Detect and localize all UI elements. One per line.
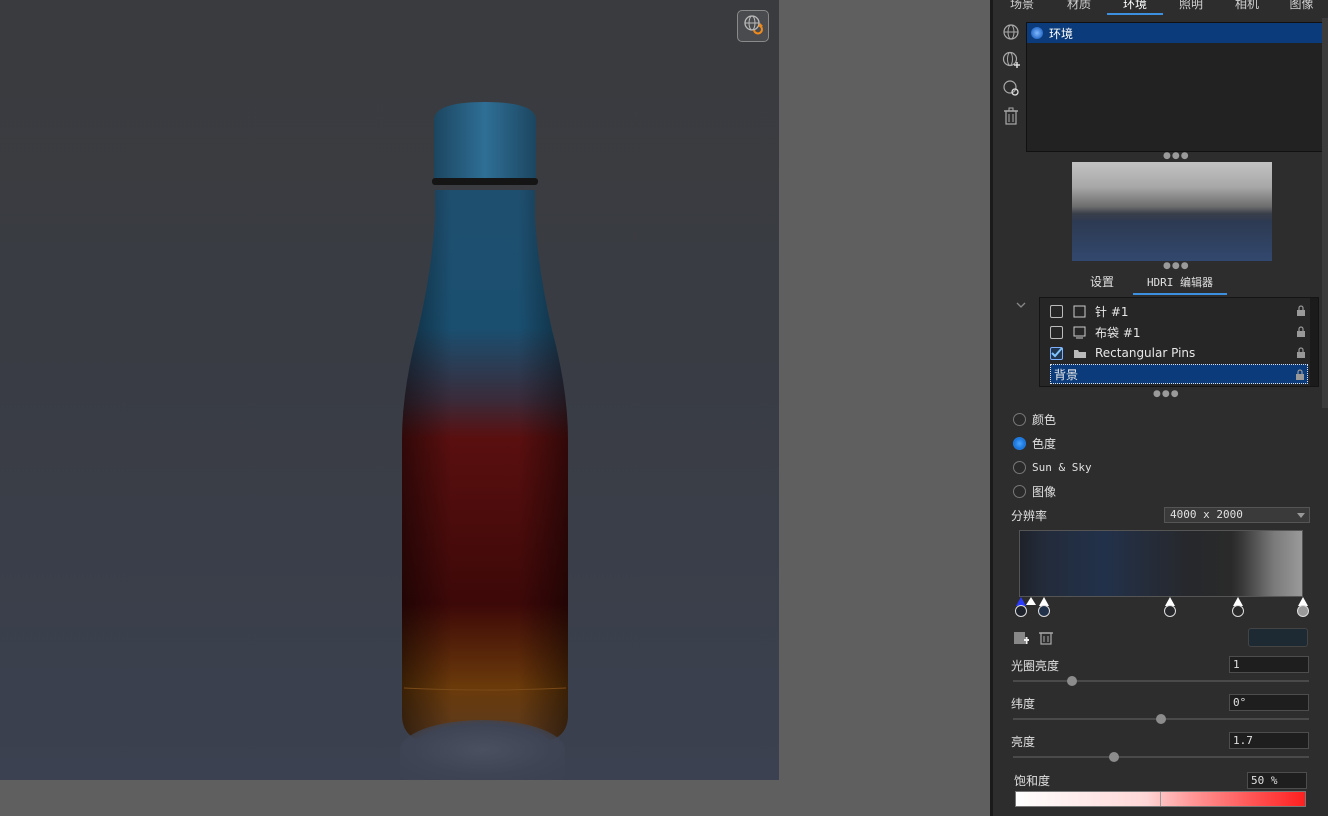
- aperture-brightness-label: 光圈亮度: [1011, 659, 1060, 673]
- render-viewport[interactable]: [0, 0, 779, 780]
- tree-row-label: 背景: [1054, 367, 1079, 382]
- environment-list-item[interactable]: 环境: [1027, 23, 1328, 43]
- environment-toolbar: [1001, 22, 1023, 134]
- latitude-label: 纬度: [1011, 697, 1036, 711]
- main-tabs: 场景 材质 环境 照明 相机 图像: [993, 0, 1328, 18]
- visibility-checkbox[interactable]: [1050, 304, 1063, 318]
- gradient-stop-marker[interactable]: [1026, 597, 1036, 605]
- tab-lighting[interactable]: 照明: [1163, 0, 1219, 16]
- tree-row-rectangular-pins[interactable]: Rectangular Pins: [1050, 343, 1308, 363]
- globe-icon: [1031, 27, 1043, 39]
- tree-expand-icon[interactable]: [1015, 296, 1027, 308]
- viewport-footer: [0, 780, 779, 816]
- tree-row-softbox[interactable]: 布袋 #1: [1050, 322, 1308, 342]
- latitude-input[interactable]: 0°: [1229, 694, 1309, 711]
- visibility-checkbox[interactable]: [1050, 346, 1063, 360]
- radio-color[interactable]: 颜色: [1013, 410, 1056, 428]
- radio-chromaticity[interactable]: 色度: [1013, 434, 1056, 452]
- add-stop-icon[interactable]: [1013, 629, 1029, 645]
- saturation-slider[interactable]: [1015, 791, 1306, 807]
- lock-icon[interactable]: [1296, 347, 1306, 358]
- gradient-stop[interactable]: [1297, 597, 1309, 621]
- properties-panel: 场景 材质 环境 照明 相机 图像 环境 ●●● ●●● 设置 HDRI 编辑器…: [990, 0, 1328, 816]
- tab-environment[interactable]: 环境: [1107, 0, 1163, 16]
- add-environment-icon[interactable]: [1001, 22, 1021, 42]
- delete-environment-icon[interactable]: [1001, 106, 1021, 126]
- radio-sun-sky[interactable]: Sun & Sky: [1013, 458, 1092, 476]
- radio-image[interactable]: 图像: [1013, 482, 1056, 500]
- environment-item-label: 环境: [1049, 26, 1074, 41]
- stop-color-swatch[interactable]: [1248, 628, 1308, 647]
- chevron-down-icon: [1297, 513, 1305, 518]
- folder-icon: [1073, 347, 1087, 360]
- radio-button[interactable]: [1013, 484, 1026, 498]
- tree-row-label: 针 #1: [1095, 304, 1129, 319]
- gradient-stop[interactable]: [1164, 597, 1176, 621]
- gradient-stop[interactable]: [1232, 597, 1244, 621]
- aperture-brightness-input[interactable]: 1: [1229, 656, 1309, 673]
- lock-icon[interactable]: [1296, 305, 1306, 316]
- softbox-icon: [1073, 326, 1087, 339]
- tree-row-pin[interactable]: 针 #1: [1050, 301, 1308, 321]
- tab-materials[interactable]: 材质: [1051, 0, 1107, 16]
- tab-image[interactable]: 图像: [1275, 0, 1328, 16]
- slider-knob[interactable]: [1067, 676, 1078, 686]
- tree-scrollbar[interactable]: [1310, 298, 1318, 386]
- globe-refresh-icon: [742, 13, 764, 39]
- splitter-handle[interactable]: ●●●: [1153, 389, 1180, 399]
- lock-icon[interactable]: [1295, 369, 1305, 380]
- lock-icon[interactable]: [1296, 326, 1306, 337]
- tree-row-label: 布袋 #1: [1095, 325, 1141, 340]
- saturation-label: 饱和度: [1014, 774, 1051, 788]
- saturation-input[interactable]: 50 %: [1247, 772, 1307, 789]
- aperture-brightness-slider[interactable]: [1013, 676, 1309, 686]
- square-icon: [1073, 305, 1087, 318]
- latitude-slider[interactable]: [1013, 714, 1309, 724]
- slider-knob[interactable]: [1156, 714, 1166, 724]
- tree-row-label: Rectangular Pins: [1095, 346, 1196, 360]
- radio-label: 色度: [1032, 436, 1057, 451]
- resolution-select[interactable]: 4000 x 2000: [1164, 507, 1310, 523]
- tree-row-background[interactable]: 背景: [1050, 364, 1308, 384]
- brightness-slider[interactable]: [1013, 752, 1309, 762]
- tab-camera[interactable]: 相机: [1219, 0, 1275, 16]
- radio-label: Sun & Sky: [1032, 460, 1092, 474]
- bottle-render: [390, 100, 580, 780]
- tab-settings[interactable]: 设置: [1071, 273, 1133, 293]
- radio-label: 颜色: [1032, 412, 1057, 427]
- gradient-stop[interactable]: [1038, 597, 1050, 621]
- gradient-ramp[interactable]: [1019, 530, 1303, 597]
- splitter-handle[interactable]: ●●●: [1163, 151, 1190, 161]
- radio-button[interactable]: [1013, 412, 1026, 426]
- visibility-checkbox[interactable]: [1050, 325, 1063, 339]
- hdri-layer-tree[interactable]: 针 #1 布袋 #1 Rectangular Pins 背景: [1039, 297, 1319, 387]
- duplicate-environment-icon[interactable]: [1001, 50, 1021, 70]
- environment-subtabs: 设置 HDRI 编辑器: [1071, 273, 1271, 295]
- splitter-handle[interactable]: ●●●: [1163, 261, 1190, 271]
- resolution-value: 4000 x 2000: [1170, 508, 1243, 521]
- slider-knob[interactable]: [1108, 752, 1119, 762]
- brightness-input[interactable]: 1.7: [1229, 732, 1309, 749]
- tab-scene[interactable]: 场景: [993, 0, 1051, 16]
- radio-label: 图像: [1032, 484, 1057, 499]
- environment-settings-icon[interactable]: [1001, 78, 1021, 98]
- environment-sync-button[interactable]: [737, 10, 769, 42]
- radio-button[interactable]: [1013, 460, 1026, 474]
- brightness-label: 亮度: [1011, 735, 1036, 749]
- saturation-marker[interactable]: [1160, 792, 1161, 806]
- empty-gap: [779, 0, 990, 816]
- environment-list[interactable]: 环境: [1026, 22, 1328, 152]
- hdri-preview-thumbnail: [1072, 162, 1272, 261]
- resolution-label: 分辨率: [1011, 509, 1048, 523]
- tab-hdri-editor[interactable]: HDRI 编辑器: [1133, 273, 1227, 295]
- delete-stop-icon[interactable]: [1038, 629, 1054, 645]
- radio-button[interactable]: [1013, 436, 1026, 450]
- panel-scrollbar[interactable]: [1322, 18, 1328, 408]
